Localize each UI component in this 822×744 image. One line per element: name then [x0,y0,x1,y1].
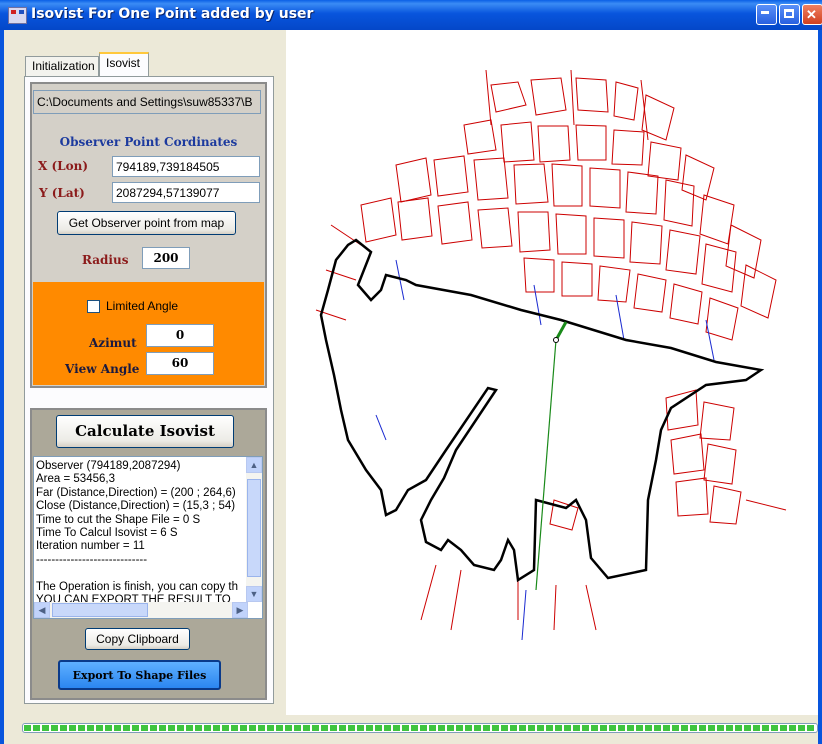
sight-ray [535,339,557,591]
maximize-icon [784,9,794,18]
y-lat-label: Y (Lat) [39,186,85,200]
get-observer-point-button[interactable]: Get Observer point from map [57,211,236,235]
minimize-icon [761,11,769,14]
progress-fill [24,725,816,731]
maximize-button[interactable] [779,4,800,25]
copy-clipboard-button[interactable]: Copy Clipboard [85,628,190,650]
y-lat-input[interactable]: 2087294,57139077 [112,182,260,203]
export-shape-files-button[interactable]: Export To Shape Files [58,660,221,690]
scroll-up-icon[interactable]: ▲ [246,457,262,473]
output-line: Far (Distance,Direction) = (200 ; 264,6) [36,486,236,499]
output-line: Time to cut the Shape File = 0 S [36,513,201,526]
view-angle-input[interactable]: 60 [146,352,214,375]
scroll-down-icon[interactable]: ▼ [246,586,262,602]
output-line: Time To Calcul Isovist = 6 S [36,526,178,539]
output-lines: Observer (794189,2087294) Area = 53456,3 F… [36,460,246,607]
close-icon: ✕ [806,7,817,22]
window-title: Isovist For One Point added by user [31,6,314,22]
app-icon [8,7,27,24]
tab-isovist[interactable]: Isovist [99,52,149,77]
output-line: Area = 53456,3 [36,473,115,486]
map-canvas[interactable] [286,30,818,715]
x-lon-label: X (Lon) [38,159,89,173]
observer-point [553,337,559,343]
azimut-label: Azimut [89,336,137,350]
progress-bar [22,723,818,733]
tab-initialization[interactable]: Initialization [25,56,99,76]
window-frame-right [818,30,822,744]
vertical-scrollbar[interactable]: ▲ ▼ [246,457,262,602]
horizontal-scroll-thumb[interactable] [52,603,148,617]
limited-angle-label: Limited Angle [106,299,179,313]
radius-label: Radius [82,253,129,267]
azimut-input[interactable]: 0 [146,324,214,347]
x-lon-input[interactable]: 794189,739184505 [112,156,260,177]
scroll-left-icon[interactable]: ◀ [34,602,50,618]
observer-title: Observer Point Cordinates [59,135,238,149]
close-button[interactable]: ✕ [802,4,822,25]
output-line: Iteration number = 11 [36,540,145,553]
output-line: Observer (794189,2087294) [36,460,181,472]
window-frame-left [0,30,4,744]
minimize-button[interactable] [756,4,777,25]
title-bar: Isovist For One Point added by user ✕ [0,0,822,30]
radius-input[interactable]: 200 [142,247,190,269]
map-view[interactable] [286,30,818,715]
output-textbox[interactable]: Observer (794189,2087294) Area = 53456,3 F… [33,456,263,619]
buildings [360,77,777,531]
horizontal-scrollbar[interactable]: ◀ ▶ [34,602,248,618]
limited-angle-checkbox[interactable] [87,300,100,313]
sight-ray-near [554,321,568,341]
output-line: ----------------------------- [36,553,148,566]
vertical-scroll-thumb[interactable] [247,479,261,577]
view-angle-label: View Angle [65,362,140,376]
path-field[interactable]: C:\Documents and Settings\suw85337\B [33,90,261,114]
scroll-right-icon[interactable]: ▶ [232,602,248,618]
streets [315,69,787,631]
output-line: Close (Distance,Direction) = (15,3 ; 54) [36,500,236,513]
calculate-isovist-button[interactable]: Calculate Isovist [56,415,234,448]
output-line: The Operation is finish, you can copy th [36,580,238,593]
